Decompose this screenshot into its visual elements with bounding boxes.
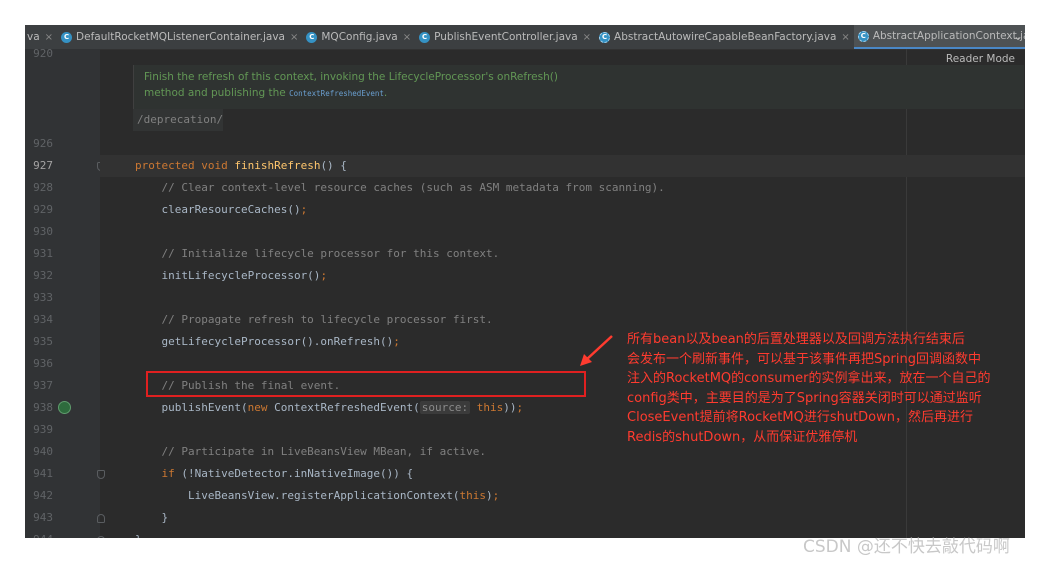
code-line-938: publishEvent(new ContextRefreshedEvent(s… [135, 401, 524, 414]
deprecation-annotation: /deprecation/ [133, 109, 223, 131]
line-number: 941 [33, 467, 53, 480]
line-number: 942 [33, 489, 53, 502]
editor-tab-bar: va × C DefaultRocketMQListenerContainer.… [25, 25, 1025, 50]
line-number: 931 [33, 247, 53, 260]
tab-default-rocketmq-listener-container[interactable]: C DefaultRocketMQListenerContainer.java … [57, 25, 302, 49]
annotation-line: 所有bean以及bean的后置处理器以及回调方法执行结束后 [627, 332, 965, 347]
chevron-down-icon[interactable]: ⌄ [1013, 29, 1023, 43]
line-number: 934 [33, 313, 53, 326]
line-number: 936 [33, 357, 53, 370]
code-line-928: // Clear context-level resource caches (… [135, 181, 665, 194]
close-icon[interactable]: × [290, 32, 298, 43]
annotation-note: 所有bean以及bean的后置处理器以及回调方法执行结束后 会发布一个刷新事件，… [627, 330, 991, 447]
tab-label: AbstractApplicationContext.java [872, 30, 1025, 42]
code-line-940: // Participate in LiveBeansView MBean, i… [135, 445, 486, 458]
close-icon[interactable]: × [403, 32, 411, 43]
line-number: 927 [33, 159, 53, 172]
line-number: 920 [33, 47, 53, 60]
javadoc-line-2: method and publishing the ContextRefresh… [144, 87, 388, 99]
java-class-icon: C [306, 31, 318, 43]
tab-publish-event-controller[interactable]: C PublishEventController.java × [415, 25, 595, 49]
line-number: 940 [33, 445, 53, 458]
line-number: 930 [33, 225, 53, 238]
line-number: 932 [33, 269, 53, 282]
watermark: CSDN @还不快去敲代码啊 [803, 537, 1010, 557]
tab-label: PublishEventController.java [434, 31, 578, 43]
code-line-943: } [135, 511, 169, 524]
line-number: 929 [33, 203, 53, 216]
tab-mqconfig[interactable]: C MQConfig.java × [302, 25, 415, 49]
code-line-929: clearResourceCaches(); [135, 203, 308, 216]
javadoc-line-1: Finish the refresh of this context, invo… [144, 71, 558, 83]
tab-label: AbstractAutowireCapableBeanFactory.java [614, 31, 837, 43]
spring-listener-gutter-icon[interactable] [58, 401, 71, 414]
abstract-class-icon: C [857, 30, 869, 42]
annotation-line: Redis的shutDown，从而保证优雅停机 [627, 429, 858, 445]
close-icon[interactable]: × [841, 32, 849, 43]
line-number: 938 [33, 401, 53, 414]
code-line-944: } [135, 529, 142, 538]
close-icon[interactable]: × [45, 32, 53, 43]
line-number: 935 [33, 335, 53, 348]
code-line-932: initLifecycleProcessor(); [135, 269, 328, 282]
line-number: 939 [33, 423, 53, 436]
line-number: 928 [33, 181, 53, 194]
code-line-935: getLifecycleProcessor().onRefresh(); [135, 335, 400, 348]
line-number: 937 [33, 379, 53, 392]
tab-label: va [27, 31, 40, 43]
annotation-arrow-icon [580, 335, 613, 366]
tab-abstract-application-context[interactable]: C AbstractApplicationContext.java × [853, 25, 1025, 49]
annotation-line: 注入的RocketMQ的consumer的实例拿出来，放在一个自己的 [627, 371, 991, 386]
parameter-name-hint: source: [419, 401, 471, 414]
code-line-927: protected void finishRefresh() { [135, 159, 347, 172]
line-number: 926 [33, 137, 53, 150]
java-class-icon: C [419, 31, 431, 43]
tab-abstract-autowire-capable-bean-factory[interactable]: C AbstractAutowireCapableBeanFactory.jav… [595, 25, 854, 49]
annotation-line: 会发布一个刷新事件，可以基于该事件再把Spring回调函数中 [627, 351, 981, 367]
ide-window: va × C DefaultRocketMQListenerContainer.… [25, 25, 1025, 538]
highlight-box [146, 371, 586, 397]
code-line-934: // Propagate refresh to lifecycle proces… [135, 313, 493, 326]
javadoc-code-ref[interactable]: ContextRefreshedEvent [289, 89, 384, 98]
code-editor[interactable]: Finish the refresh of this context, invo… [100, 49, 1025, 538]
tab-label: DefaultRocketMQListenerContainer.java [76, 31, 285, 43]
code-line-941: if (!NativeDetector.inNativeImage()) { [135, 467, 414, 480]
code-line-942: LiveBeansView.registerApplicationContext… [135, 489, 500, 502]
line-number-gutter: 920 926 927 928 929 930 931 932 933 934 … [25, 47, 105, 538]
line-number: 944 [25, 529, 53, 538]
annotation-line: config类中，主要目的是为了Spring容器关闭时可以通过监听 [627, 390, 982, 406]
code-line-931: // Initialize lifecycle processor for th… [135, 247, 500, 260]
line-number: 933 [33, 291, 53, 304]
annotation-line: CloseEvent提前将RocketMQ进行shutDown，然后再进行 [627, 410, 973, 425]
line-number: 943 [33, 511, 53, 524]
abstract-class-icon: C [599, 31, 611, 43]
close-icon[interactable]: × [583, 32, 591, 43]
java-class-icon: C [61, 31, 73, 43]
tab-label: MQConfig.java [321, 31, 398, 43]
